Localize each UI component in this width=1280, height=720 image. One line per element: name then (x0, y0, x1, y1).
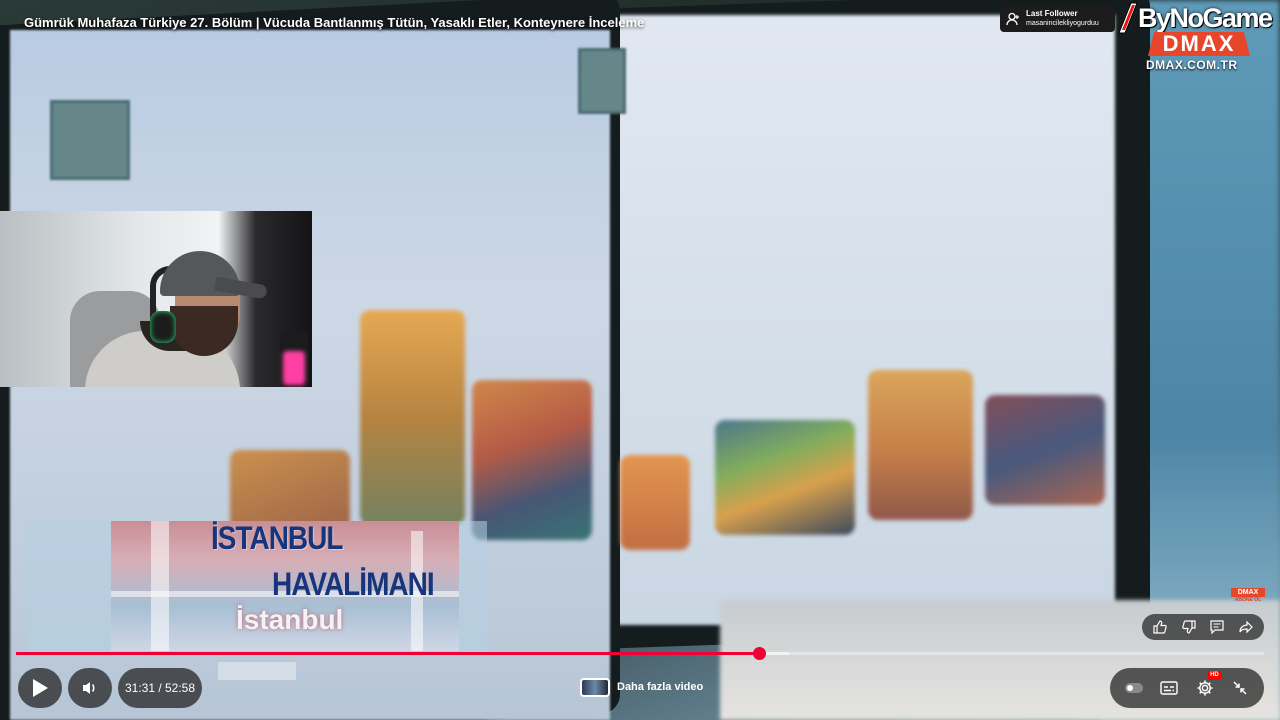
xray-scan-item (472, 380, 592, 540)
play-button[interactable] (18, 668, 62, 708)
like-icon[interactable] (1149, 616, 1171, 638)
hd-badge: HD (1208, 671, 1221, 680)
streamer-brand: ByNoGame (1118, 0, 1273, 36)
webcam-overlay (0, 211, 312, 387)
follower-label: Last Follower (1026, 9, 1078, 18)
xray-scan-item (230, 450, 350, 530)
more-videos-label: Daha fazla video (617, 681, 704, 693)
reaction-bar (1142, 614, 1264, 640)
watermark-caption: ABONE OL (1234, 597, 1262, 603)
scrubber-handle[interactable] (752, 647, 766, 660)
more-videos-button[interactable]: Daha fazla video (580, 674, 703, 700)
video-title[interactable]: Gümrük Muhafaza Türkiye 27. Bölüm | Vücu… (24, 15, 644, 30)
exit-fullscreen-button[interactable] (1226, 674, 1254, 702)
watermark-logo: DMAX (1231, 588, 1265, 597)
subtitles-button[interactable] (1155, 674, 1183, 702)
time-display: 31:31 / 52:58 (118, 668, 202, 708)
window-thumbnail (578, 48, 626, 114)
lower-third-line-1: İSTANBUL (211, 520, 343, 556)
channel-watermark: DMAX ABONE OL (1231, 588, 1265, 604)
xray-scan-item (868, 370, 973, 520)
lower-third-line-2: HAVALİMANI (272, 566, 435, 602)
xray-scan-item (360, 310, 465, 525)
more-videos-thumbnail (580, 677, 610, 697)
channel-logo: DMAX (1148, 32, 1250, 56)
volume-button[interactable] (68, 668, 112, 708)
autoplay-toggle-icon (1124, 683, 1143, 693)
play-icon (33, 679, 48, 697)
dislike-icon[interactable] (1178, 616, 1200, 638)
subtitles-icon (1160, 681, 1178, 695)
xray-scan-item (620, 455, 690, 550)
video-player[interactable]: Gümrük Muhafaza Türkiye 27. Bölüm | Vücu… (0, 0, 1280, 720)
xray-scan-item (715, 420, 855, 535)
volume-icon (83, 682, 95, 694)
brand-name: ByNoGame (1138, 2, 1273, 33)
settings-icon (1197, 680, 1213, 696)
lower-third-line-3: İstanbul (236, 604, 344, 635)
autoplay-toggle[interactable] (1120, 674, 1148, 702)
follower-name: masanincilekliyogurduu (1026, 20, 1099, 27)
exit-fullscreen-icon (1233, 681, 1247, 695)
settings-button[interactable]: HD (1191, 671, 1221, 702)
user-icon (1004, 10, 1022, 28)
last-follower-widget: Last Follower masanincilekliyogurduu (1000, 6, 1115, 32)
comment-icon[interactable] (1206, 616, 1228, 638)
right-controls: HD (1110, 668, 1264, 708)
progress-bar[interactable] (16, 647, 1264, 660)
window-thumbnail (50, 100, 130, 180)
brand-slash-icon (1118, 1, 1138, 35)
channel-url: DMAX.COM.TR (1146, 58, 1238, 72)
played-bar (16, 652, 759, 655)
share-icon[interactable] (1235, 616, 1257, 638)
xray-scan-item (985, 395, 1105, 505)
